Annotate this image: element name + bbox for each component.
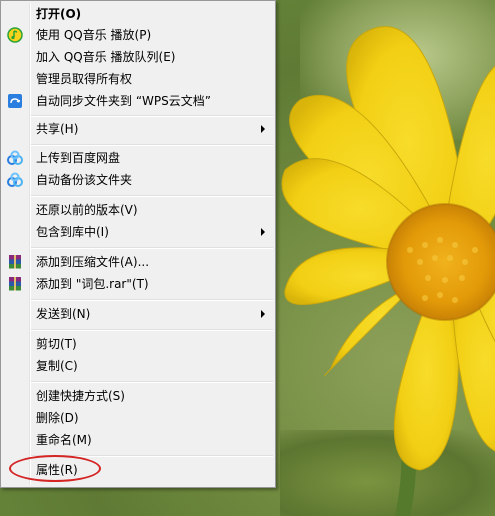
menu-item-label: 包含到库中(I) [36,225,109,239]
menu-item-label: 自动同步文件夹到 “WPS云文档” [36,94,211,108]
menu-item-cut[interactable]: 剪切(T) [3,333,273,355]
menu-separator [31,247,273,249]
wps-cloud-icon [8,94,22,108]
menu-item-take-ownership[interactable]: 管理员取得所有权 [3,68,273,90]
menu-item-label: 加入 QQ音乐 播放队列(E) [36,50,176,64]
menu-item-add-to-rar[interactable]: 添加到 "词包.rar"(T) [3,273,273,295]
menu-item-baidu-upload[interactable]: 上传到百度网盘 [3,147,273,169]
menu-item-label: 自动备份该文件夹 [36,173,133,187]
menu-separator [31,299,273,301]
menu-separator [31,381,273,383]
menu-item-include-in-library[interactable]: 包含到库中(I) [3,221,273,243]
menu-separator [31,329,273,331]
menu-item-label: 发送到(N) [36,307,91,321]
context-menu: 打开(O) 使用 QQ音乐 播放(P) 加入 QQ音乐 播放队列(E) 管理员取… [0,0,276,488]
menu-item-label: 共享(H) [36,122,79,136]
menu-item-label: 添加到压缩文件(A)... [36,255,150,269]
menu-item-label: 复制(C) [36,359,78,373]
menu-item-restore-versions[interactable]: 还原以前的版本(V) [3,199,273,221]
menu-item-label: 管理员取得所有权 [36,72,133,86]
menu-item-label: 添加到 "词包.rar"(T) [36,277,149,291]
baidu-netdisk-icon [7,150,23,165]
menu-item-share[interactable]: 共享(H) [3,118,273,140]
menu-item-label: 剪切(T) [36,337,77,351]
menu-item-open[interactable]: 打开(O) [3,3,273,25]
menu-item-label: 创建快捷方式(S) [36,389,125,403]
highlight-annotation-circle [9,455,101,482]
menu-item-label: 重命名(M) [36,433,92,447]
menu-item-qq-music-play[interactable]: 使用 QQ音乐 播放(P) [3,24,273,46]
submenu-arrow-icon [261,228,265,236]
menu-item-label: 上传到百度网盘 [36,151,121,165]
menu-item-label: 还原以前的版本(V) [36,203,138,217]
menu-item-send-to[interactable]: 发送到(N) [3,303,273,325]
menu-separator [31,144,273,146]
winrar-icon [9,255,21,269]
menu-item-add-to-archive[interactable]: 添加到压缩文件(A)... [3,251,273,273]
menu-item-copy[interactable]: 复制(C) [3,355,273,377]
menu-item-baidu-backup[interactable]: 自动备份该文件夹 [3,169,273,191]
menu-item-wps-sync[interactable]: 自动同步文件夹到 “WPS云文档” [3,90,273,112]
menu-item-delete[interactable]: 删除(D) [3,407,273,429]
menu-item-qq-music-queue[interactable]: 加入 QQ音乐 播放队列(E) [3,46,273,68]
winrar-icon [9,277,21,291]
desktop-wallpaper: 打开(O) 使用 QQ音乐 播放(P) 加入 QQ音乐 播放队列(E) 管理员取… [0,0,495,516]
menu-item-rename[interactable]: 重命名(M) [3,429,273,451]
qq-music-icon [7,27,23,43]
menu-separator [31,115,273,117]
menu-separator [31,195,273,197]
menu-item-create-shortcut[interactable]: 创建快捷方式(S) [3,385,273,407]
menu-item-label: 删除(D) [36,411,79,425]
baidu-netdisk-icon [7,172,23,187]
menu-item-label: 打开(O) [36,7,82,21]
submenu-arrow-icon [261,125,265,133]
menu-item-label: 使用 QQ音乐 播放(P) [36,28,152,42]
submenu-arrow-icon [261,310,265,318]
